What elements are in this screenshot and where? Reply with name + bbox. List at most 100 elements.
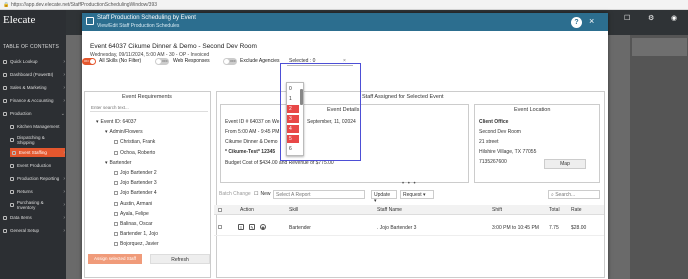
tree-item[interactable]: ▾ Bartender xyxy=(105,160,131,166)
cell-skill: Bartender xyxy=(289,225,311,231)
request-button[interactable]: Request ▾ xyxy=(400,190,434,199)
sidebar-item[interactable]: Production ⌄ xyxy=(3,109,65,118)
staff-checkbox[interactable] xyxy=(114,191,118,196)
tree-item[interactable]: Bartender 1, Jojo xyxy=(114,231,158,237)
staff-checkbox[interactable] xyxy=(114,242,118,247)
close-icon[interactable]: × xyxy=(589,16,594,26)
menu-icon xyxy=(10,124,14,129)
sidebar-item[interactable]: Dispatching & Shipping xyxy=(10,135,65,145)
document-icon[interactable]: ≡ xyxy=(238,224,244,230)
sidebar-item[interactable]: General Setup › xyxy=(3,226,65,235)
view-icon[interactable]: ◉ xyxy=(260,224,266,230)
tree-item[interactable]: Ochoa, Roberto xyxy=(114,150,155,156)
url-text[interactable]: https://app.dev.elecate.net/StaffProduct… xyxy=(11,2,157,8)
staff-checkbox[interactable] xyxy=(114,232,118,237)
settings-icon[interactable]: ⚙ xyxy=(648,14,654,22)
table-row[interactable]: ≡ ✎ ◉ Bartender . Jojo Bartender 3 3:00 … xyxy=(214,220,604,236)
col-shift[interactable]: Shift xyxy=(492,207,502,213)
requirements-search-input[interactable] xyxy=(90,103,208,112)
sidebar-item[interactable]: Production Reporting › xyxy=(10,174,65,183)
sidebar-item[interactable]: Data Items › xyxy=(3,213,65,222)
map-button[interactable]: Map xyxy=(544,159,586,169)
expand-icon[interactable]: ▾ xyxy=(96,119,99,125)
edit-icon[interactable]: ✎ xyxy=(249,224,255,230)
sidebar-item-label: Kitchen Management xyxy=(17,124,60,129)
tree-item-label: Bartender 1, Jojo xyxy=(120,231,159,238)
sidebar-item-label: Data Items xyxy=(10,215,32,220)
exclude-agencies-toggle[interactable]: OFF xyxy=(223,58,237,65)
grid-search-input[interactable]: ⌕ Search... xyxy=(548,190,600,199)
expand-icon[interactable]: ▾ xyxy=(105,160,108,166)
col-action[interactable]: Action xyxy=(240,207,254,213)
menu-icon xyxy=(3,111,7,116)
resize-handle[interactable]: • • • xyxy=(402,181,417,187)
sidebar-item[interactable]: Kitchen Management xyxy=(10,122,65,131)
sidebar-item[interactable]: Returns › xyxy=(10,187,65,196)
modal-subtitle: View/Edit Staff Production Schedules xyxy=(97,23,180,29)
cell-rate: $28.00 xyxy=(571,225,587,231)
tree-item[interactable]: Christian, Frank xyxy=(114,139,155,145)
user-icon[interactable]: ◉ xyxy=(671,14,677,22)
staff-checkbox[interactable] xyxy=(114,222,118,226)
tree-item-label: Christian, Frank xyxy=(120,139,156,146)
chevron-icon: › xyxy=(63,71,65,78)
chevron-icon: › xyxy=(63,201,65,208)
sidebar-item[interactable]: Quick Lookup › xyxy=(3,57,65,66)
staff-checkbox[interactable] xyxy=(114,171,118,175)
all-skills-toggle[interactable]: ON xyxy=(82,58,96,65)
staff-checkbox[interactable] xyxy=(114,201,118,206)
notification-icon[interactable]: ☐ xyxy=(624,14,630,22)
col-rate[interactable]: Rate xyxy=(571,207,582,213)
sidebar-item[interactable]: Sales & Marketing › xyxy=(3,83,65,92)
tree-item[interactable]: Jojo Bartender 2 xyxy=(114,170,157,176)
expand-icon[interactable]: ▾ xyxy=(105,129,108,135)
request-label: Request xyxy=(403,192,422,198)
help-icon[interactable]: ? xyxy=(571,17,582,28)
browser-address-bar[interactable]: 🔒 https://app.dev.elecate.net/StaffProdu… xyxy=(0,0,688,10)
assign-staff-button[interactable]: Assign selected Staff xyxy=(88,254,142,264)
report-select[interactable]: Select A Report xyxy=(273,190,365,199)
tree-item[interactable]: Ayala, Felipe xyxy=(114,211,149,217)
web-responses-toggle[interactable]: OFF xyxy=(155,58,169,65)
tree-item-label: Jojo Bartender 4 xyxy=(120,190,157,197)
location-line: 21 street xyxy=(479,139,499,145)
menu-icon xyxy=(3,59,7,64)
tree-item[interactable]: Jojo Bartender 4 xyxy=(114,190,157,196)
tree-item[interactable]: ▾ Admin/Flowers xyxy=(105,129,143,135)
sidebar-item[interactable]: Event Production xyxy=(10,161,65,170)
tree-item[interactable]: Bojorquez, Javier xyxy=(114,241,159,247)
staff-checkbox[interactable] xyxy=(114,181,118,186)
sidebar-item[interactable]: Finance & Accounting › xyxy=(3,96,65,105)
menu-icon xyxy=(3,98,7,103)
update-button[interactable]: Update ▾ xyxy=(371,190,397,204)
row-checkbox[interactable] xyxy=(218,225,222,229)
menu-icon xyxy=(10,137,14,142)
sidebar-item[interactable]: Purchasing & Inventory › xyxy=(10,200,65,210)
grid-search-placeholder: Search... xyxy=(555,192,576,198)
new-button[interactable]: ☐ New xyxy=(254,191,271,197)
tree-item-label: Balinas, Oscar xyxy=(120,221,153,227)
refresh-button[interactable]: Refresh xyxy=(150,254,210,264)
grid-header: Action Skill Staff Name Shift Total Rate xyxy=(214,205,604,215)
sidebar-item-label: Returns xyxy=(17,189,33,194)
col-skill[interactable]: Skill xyxy=(289,207,298,213)
tree-item[interactable]: Jojo Bartender 3 xyxy=(114,180,157,186)
location-line: Hilshire Village, TX 77055 xyxy=(479,149,537,155)
staff-checkbox[interactable] xyxy=(114,211,118,216)
select-all-checkbox[interactable] xyxy=(218,208,222,212)
menu-icon xyxy=(10,176,14,181)
cell-shift: 3:00 PM to 10:45 PM xyxy=(492,225,539,231)
staff-checkbox[interactable] xyxy=(114,150,118,155)
app-sidebar xyxy=(0,10,66,279)
tree-item[interactable]: ▾ Event ID: 64037 xyxy=(96,119,136,125)
batch-change-button[interactable]: Batch Change xyxy=(219,191,251,197)
staff-checkbox[interactable] xyxy=(114,140,118,145)
tree-item[interactable]: Balinas, Oscar xyxy=(114,221,153,227)
sidebar-item[interactable]: Event Staffing › xyxy=(10,148,65,157)
new-label: New xyxy=(260,191,271,197)
col-total[interactable]: Total xyxy=(549,207,560,213)
col-staff-name[interactable]: Staff Name xyxy=(377,207,402,213)
sidebar-item[interactable]: Dashboard (PowerBI) › xyxy=(3,70,65,79)
sidebar-item-label: Sales & Marketing xyxy=(10,85,47,90)
tree-item[interactable]: Austin, Armani xyxy=(114,201,152,207)
